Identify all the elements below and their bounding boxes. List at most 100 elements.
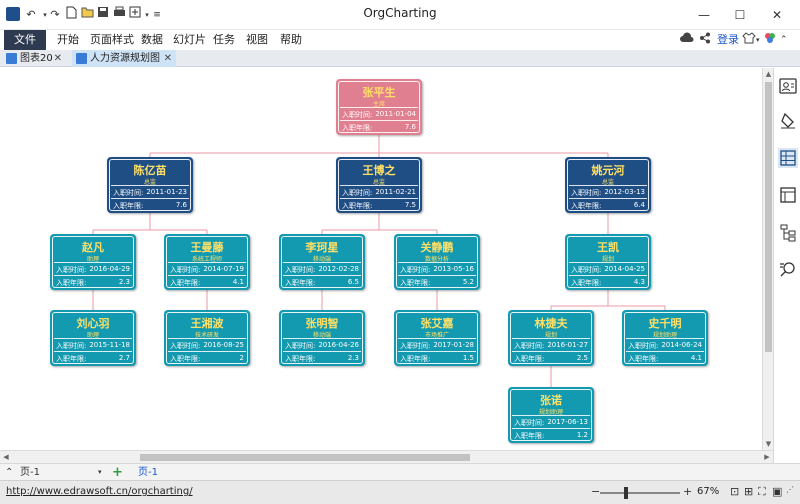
years-label: 入职年限:: [342, 124, 373, 132]
node-divider: [512, 428, 590, 429]
page-select-dropdown-icon[interactable]: ▾: [98, 464, 102, 481]
page-select[interactable]: 页-1: [20, 464, 102, 481]
hire-date-label: 入职时间:: [400, 342, 431, 350]
org-chart-canvas[interactable]: 张平生 主席 入职时间: 2011-01-04 入职年限: 7.6 陈亿苗 总监 入职时间: 20…: [0, 68, 762, 450]
page-tab[interactable]: 页-1: [138, 464, 158, 481]
redo-icon[interactable]: ↷: [48, 6, 62, 24]
fit-width-icon[interactable]: ⊞: [744, 485, 753, 498]
contact-card-icon[interactable]: [778, 76, 798, 96]
menu-page-style[interactable]: 页面样式: [90, 30, 134, 50]
org-node[interactable]: 赵凡 助理 入职时间: 2016-04-29 入职年限: 2.3: [50, 234, 136, 290]
years-label: 入职年限:: [400, 279, 431, 287]
menu-home[interactable]: 开始: [57, 30, 79, 50]
menu-bar: 文件 开始 页面样式 数据 幻灯片 任务 视图 帮助 登录 ▾ ⌃: [0, 30, 800, 50]
years-label: 入职年限:: [342, 202, 373, 210]
fullscreen-icon[interactable]: ⛶: [758, 485, 766, 499]
node-name: 王湘波: [190, 317, 224, 330]
org-node[interactable]: 张明智 移动端 入职时间: 2016-04-26 入职年限: 2.3: [279, 310, 365, 366]
hire-date-value: 2016-01-27: [547, 341, 588, 349]
org-node[interactable]: 王曼藤 系统工程师 入职时间: 2014-07-19 入职年限: 4.1: [164, 234, 250, 290]
hire-date-value: 2016-08-25: [203, 341, 244, 349]
cloud-icon[interactable]: [680, 32, 694, 48]
close-tab-icon[interactable]: ✕: [54, 50, 62, 67]
app-logo-icon: [6, 7, 20, 21]
org-node[interactable]: 关静鹏 数据分析 入职时间: 2013-05-16 入职年限: 5.2: [394, 234, 480, 290]
horizontal-scroll-thumb[interactable]: [140, 454, 470, 461]
open-folder-icon[interactable]: [80, 6, 94, 24]
node-name: 赵凡: [82, 241, 104, 254]
status-bar: http://www.edrawsoft.cn/orgcharting/ − +…: [0, 480, 800, 504]
node-divider: [512, 338, 590, 339]
shirt-icon[interactable]: [742, 32, 756, 48]
years-value: 2.5: [576, 354, 588, 362]
save-icon[interactable]: [96, 6, 110, 24]
undo-icon[interactable]: ↶: [24, 6, 38, 24]
vertical-scrollbar[interactable]: ▲ ▼: [762, 68, 773, 450]
menu-data[interactable]: 数据: [141, 30, 163, 50]
new-file-icon[interactable]: [64, 6, 78, 24]
org-node[interactable]: 姚元河 总监 入职时间: 2012-03-13 入职年限: 6.4: [565, 157, 651, 213]
tab-hr-plan[interactable]: 人力资源规划图 ✕: [72, 50, 176, 67]
node-name: 王凯: [597, 241, 619, 254]
org-node[interactable]: 张艾嘉 市场推广 入职时间: 2017-01-28 入职年限: 1.5: [394, 310, 480, 366]
website-link[interactable]: http://www.edrawsoft.cn/orgcharting/: [6, 486, 193, 497]
zoom-slider-thumb[interactable]: [624, 487, 628, 499]
hire-date-label: 入职时间:: [628, 342, 659, 350]
menu-slides[interactable]: 幻灯片: [173, 30, 206, 50]
org-node[interactable]: 王博之 总监 入职时间: 2011-02-21 入职年限: 7.5: [336, 157, 422, 213]
org-node[interactable]: 王湘波 技术研发 入职时间: 2016-08-25 入职年限: 2: [164, 310, 250, 366]
presentation-icon[interactable]: ▣: [772, 485, 782, 498]
add-page-button[interactable]: +: [112, 464, 123, 481]
zoom-in-button[interactable]: +: [683, 485, 692, 498]
hire-date-label: 入职时间:: [285, 342, 316, 350]
hire-date-label: 入职时间:: [514, 419, 545, 427]
fill-bucket-icon[interactable]: [778, 111, 798, 131]
menu-tasks[interactable]: 任务: [213, 30, 235, 50]
node-name: 王曼藤: [190, 241, 224, 254]
node-name: 张平生: [362, 86, 396, 99]
zoom-slider[interactable]: [600, 492, 680, 494]
org-node[interactable]: 陈亿苗 总监 入职时间: 2011-01-23 入职年限: 7.6: [107, 157, 193, 213]
fit-page-icon[interactable]: ⊡: [730, 485, 739, 498]
node-divider: [168, 351, 246, 352]
color-palette-icon[interactable]: [764, 32, 776, 48]
data-table-icon[interactable]: [778, 148, 798, 168]
customize-toolbar-icon[interactable]: ≡: [150, 6, 164, 24]
org-node[interactable]: 张平生 主席 入职时间: 2011-01-04 入职年限: 7.6: [336, 79, 422, 135]
org-node[interactable]: 张诺 规划助理 入职时间: 2017-06-13 入职年限: 1.2: [508, 387, 594, 443]
org-node[interactable]: 林捷夫 规划 入职时间: 2016-01-27 入职年限: 2.5: [508, 310, 594, 366]
hierarchy-icon[interactable]: [778, 223, 798, 243]
login-link[interactable]: 登录: [717, 32, 739, 48]
document-icon: [6, 53, 17, 64]
org-node[interactable]: 李珂星 移动端 入职时间: 2012-02-28 入职年限: 6.5: [279, 234, 365, 290]
collapse-ribbon-icon[interactable]: ⌃: [780, 32, 788, 48]
page-list-toggle-icon[interactable]: ⌃: [5, 464, 13, 481]
hire-date-value: 2012-03-13: [604, 188, 645, 196]
close-window-button[interactable]: ✕: [754, 0, 800, 30]
horizontal-scrollbar[interactable]: ◀ ▶: [0, 450, 773, 463]
years-label: 入职年限:: [571, 202, 602, 210]
node-divider: [512, 415, 590, 416]
node-divider: [54, 351, 132, 352]
node-name: 王博之: [362, 164, 396, 177]
share-icon[interactable]: [699, 32, 711, 48]
vertical-scroll-thumb[interactable]: [765, 82, 772, 352]
menu-view[interactable]: 视图: [246, 30, 268, 50]
tab-label: 人力资源规划图: [90, 53, 160, 64]
layout-panel-icon[interactable]: [778, 185, 798, 205]
theme-dropdown-icon[interactable]: ▾: [756, 32, 760, 48]
close-tab-icon[interactable]: ✕: [164, 50, 172, 67]
org-node[interactable]: 王凯 规划 入职时间: 2014-04-25 入职年限: 4.3: [565, 234, 651, 290]
zoom-out-button[interactable]: −: [591, 485, 600, 498]
org-node[interactable]: 史千明 规划助理 入职时间: 2014-06-24 入职年限: 4.1: [622, 310, 708, 366]
org-node[interactable]: 刘心羽 助理 入职时间: 2015-11-18 入职年限: 2.7: [50, 310, 136, 366]
node-divider: [340, 185, 418, 186]
tab-chart20[interactable]: 图表20 ✕: [2, 50, 66, 67]
node-name: 张明智: [305, 317, 339, 330]
menu-help[interactable]: 帮助: [280, 30, 302, 50]
years-label: 入职年限:: [170, 279, 201, 287]
find-icon[interactable]: [778, 260, 798, 280]
menu-file[interactable]: 文件: [4, 30, 46, 50]
print-icon[interactable]: [112, 6, 126, 24]
node-divider: [340, 198, 418, 199]
